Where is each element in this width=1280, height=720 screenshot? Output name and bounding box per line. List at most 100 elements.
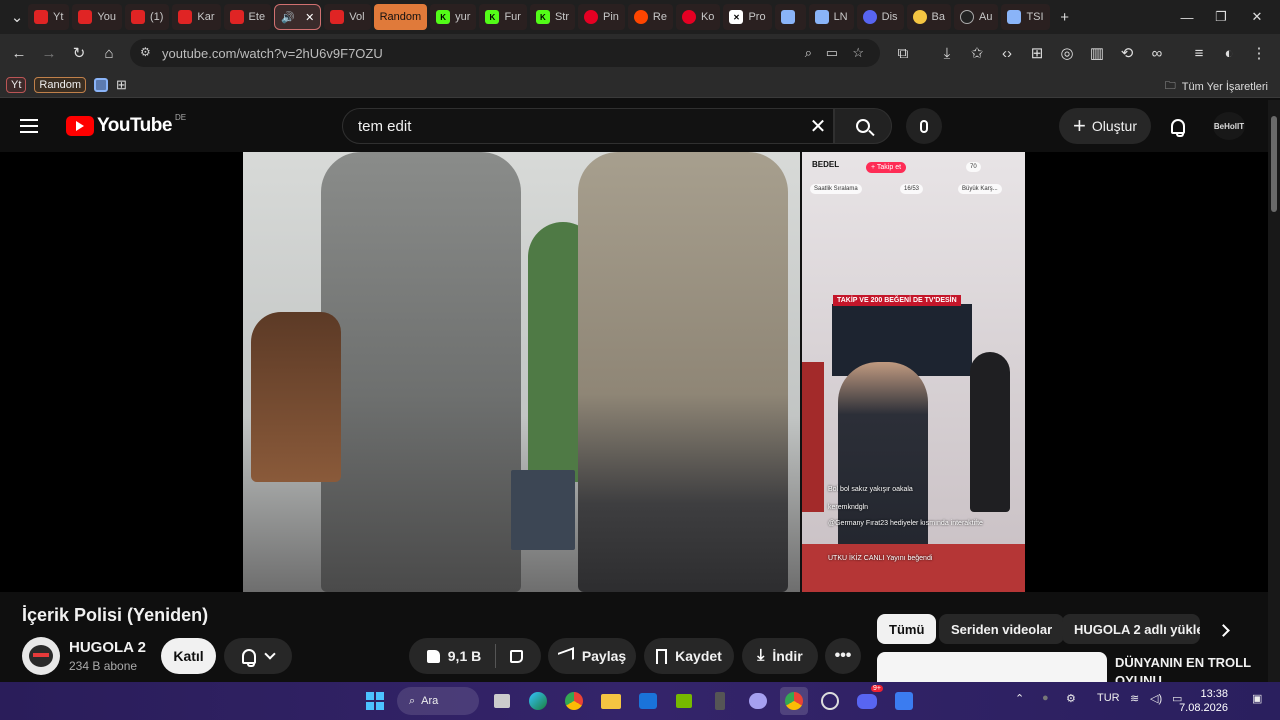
new-tab-button[interactable]: + — [1053, 2, 1077, 32]
system-clock[interactable]: 13:38 7.08.2026 — [1179, 687, 1228, 715]
youtube-logo[interactable]: YouTube DE — [66, 113, 186, 137]
app-icon[interactable] — [706, 687, 734, 715]
share-button[interactable]: Paylaş — [548, 638, 636, 674]
browser-tab[interactable]: (1) — [124, 4, 170, 30]
apps-grid-icon[interactable]: ⊞ — [116, 77, 127, 93]
start-button[interactable] — [361, 687, 389, 715]
outlook-icon[interactable] — [634, 687, 662, 715]
sidebar-icon[interactable]: ▥ — [1082, 38, 1112, 68]
browser-tab[interactable]: Dis — [856, 4, 904, 30]
browser-menu-icon[interactable]: ⋮ — [1244, 38, 1274, 68]
notification-settings-button[interactable] — [224, 638, 292, 674]
home-button[interactable]: ⌂ — [94, 38, 124, 68]
chrome-active-icon[interactable] — [780, 687, 808, 715]
search-button[interactable] — [834, 108, 892, 144]
chip-series[interactable]: Seriden videolar — [939, 614, 1065, 644]
browser-tab[interactable] — [774, 4, 806, 30]
recommended-thumbnail[interactable] — [877, 652, 1107, 682]
zoom-icon[interactable]: ⌕ — [805, 45, 812, 61]
browser-tab[interactable]: 🔊 ✕ — [274, 4, 322, 30]
video-player[interactable]: BEDEL + Takip et 70 Saatlik Sıralama 16/… — [0, 152, 1268, 592]
download-button[interactable]: ⤓ İndir — [742, 638, 818, 674]
address-bar[interactable]: ⚙ youtube.com/watch?v=2hU6v9F7OZU ⌕ ▭ ☆ — [130, 39, 880, 67]
join-button[interactable]: Katıl — [161, 638, 216, 674]
notification-center-icon[interactable]: ▣ — [1252, 692, 1262, 705]
chip-all[interactable]: Tümü — [877, 614, 937, 644]
browser-tab[interactable]: Pin — [578, 4, 625, 30]
create-button[interactable]: + Oluştur — [1059, 108, 1151, 144]
page-scrollbar[interactable] — [1268, 100, 1280, 682]
screenshot-icon[interactable]: ◎ — [1052, 38, 1082, 68]
close-tab-icon[interactable]: ✕ — [305, 11, 314, 24]
account-avatar[interactable]: BeHolIT — [1213, 112, 1245, 140]
history-icon[interactable]: ⟲ — [1112, 38, 1142, 68]
browser-tab[interactable]: LN — [808, 4, 854, 30]
app-blue-icon[interactable] — [890, 687, 918, 715]
browser-tab[interactable]: TSI — [1001, 4, 1050, 30]
link-icon[interactable]: ∞ — [1142, 38, 1172, 68]
discord-taskbar-icon[interactable]: 9+ — [853, 685, 883, 715]
bookmark-app-icon[interactable] — [93, 77, 108, 92]
bookmark-star-icon[interactable]: ☆ — [852, 45, 864, 61]
translate-icon[interactable]: ⊞ — [1022, 38, 1052, 68]
channel-name[interactable]: HUGOLA 2 — [69, 639, 146, 656]
all-bookmarks-button[interactable]: 🗀 Tüm Yer İşaretleri — [1165, 77, 1268, 96]
browser-tab[interactable]: Ko — [675, 4, 721, 30]
bookmark-yt[interactable]: Yt — [6, 76, 27, 93]
language-indicator[interactable]: TUR — [1097, 692, 1120, 704]
forward-button[interactable]: → — [34, 38, 64, 68]
browser-tab[interactable]: Ete — [223, 4, 272, 30]
like-count[interactable]: 9,1 B — [448, 648, 481, 664]
chip-uploader[interactable]: HUGOLA 2 adlı yükleyi — [1062, 614, 1200, 644]
notifications-button[interactable] — [1162, 110, 1194, 142]
devtools-icon[interactable]: ‹› — [992, 38, 1022, 68]
video-frame[interactable]: BEDEL + Takip et 70 Saatlik Sıralama 16/… — [243, 152, 1025, 592]
more-actions-button[interactable]: ••• — [825, 638, 861, 674]
browser-tab[interactable]: Kar — [172, 4, 221, 30]
browser-tab[interactable]: Re — [627, 4, 673, 30]
edge-icon[interactable] — [524, 687, 552, 715]
reload-button[interactable]: ↻ — [64, 38, 94, 68]
recommended-title[interactable]: DÜNYANIN EN TROLL OYUNU — [1115, 654, 1255, 682]
mic-tray-icon[interactable]: ● — [1042, 692, 1049, 704]
clear-search-icon[interactable]: ✕ — [806, 114, 830, 138]
chips-next-button[interactable] — [1210, 617, 1236, 643]
browser-tab[interactable]: Yt — [28, 4, 70, 30]
volume-icon[interactable]: ◁) — [1150, 692, 1162, 705]
wifi-icon[interactable]: ≋ — [1130, 692, 1139, 705]
extensions-icon[interactable]: ⧉ — [888, 38, 918, 68]
task-view-icon[interactable] — [488, 687, 516, 715]
browser-tab[interactable]: You — [72, 4, 122, 30]
chat-app-icon[interactable] — [744, 687, 772, 715]
bookmark-random[interactable]: Random — [34, 76, 86, 93]
dislike-icon[interactable] — [510, 649, 524, 663]
cast-icon[interactable]: ▭ — [826, 45, 838, 61]
taskbar-search[interactable]: ⌕ Ara — [397, 687, 479, 715]
site-info-icon[interactable]: ⚙ — [140, 45, 151, 59]
browser-tab[interactable]: Kyur — [430, 4, 477, 30]
profile-icon[interactable]: ◐ — [1214, 38, 1244, 68]
file-explorer-icon[interactable] — [597, 687, 625, 715]
steam-icon[interactable] — [816, 687, 844, 715]
voice-search-button[interactable] — [906, 108, 942, 144]
browser-tab[interactable]: K Str — [529, 4, 575, 30]
chrome-icon[interactable] — [560, 687, 588, 715]
tab-search-chevron-icon[interactable]: ⌄ — [6, 2, 28, 32]
browser-tab[interactable]: Au — [953, 4, 999, 30]
like-icon[interactable] — [426, 649, 440, 663]
browser-tab[interactable]: ✕ Pro — [723, 4, 772, 30]
save-button[interactable]: Kaydet — [644, 638, 734, 674]
settings-tray-icon[interactable]: ⚙ — [1066, 692, 1076, 705]
back-button[interactable]: ← — [4, 38, 34, 68]
favorites-icon[interactable]: ✩ — [962, 38, 992, 68]
hamburger-menu-button[interactable] — [20, 112, 48, 140]
channel-avatar[interactable] — [22, 637, 60, 675]
browser-tab[interactable]: Random — [373, 4, 428, 30]
download-icon[interactable]: ⤓ — [932, 38, 962, 68]
browser-tab[interactable]: Ba — [906, 4, 951, 30]
browser-tab[interactable]: Vol — [324, 4, 371, 30]
search-input[interactable]: tem edit — [342, 108, 834, 144]
close-window-button[interactable]: ✕ — [1234, 0, 1280, 34]
tray-chevron-icon[interactable]: ⌃ — [1015, 692, 1024, 705]
browser-tab[interactable]: K Fur — [479, 4, 527, 30]
